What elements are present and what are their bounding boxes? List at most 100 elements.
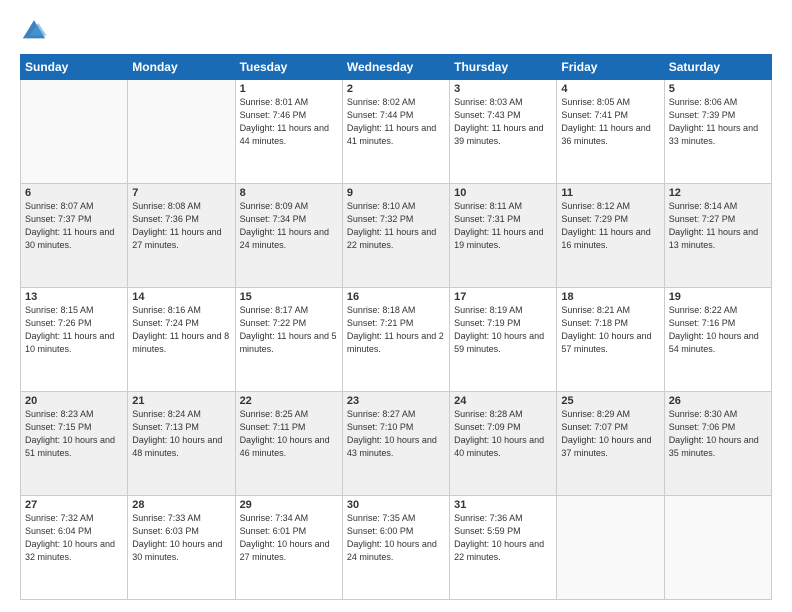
day-number: 21: [132, 395, 230, 407]
day-info: Sunrise: 8:09 AMSunset: 7:34 PMDaylight:…: [240, 200, 338, 252]
calendar-day-header: Wednesday: [342, 55, 449, 80]
calendar-cell: [557, 496, 664, 600]
day-number: 12: [669, 187, 767, 199]
day-info: Sunrise: 8:17 AMSunset: 7:22 PMDaylight:…: [240, 304, 338, 356]
calendar-cell: 21Sunrise: 8:24 AMSunset: 7:13 PMDayligh…: [128, 392, 235, 496]
day-number: 8: [240, 187, 338, 199]
day-number: 22: [240, 395, 338, 407]
day-info: Sunrise: 8:21 AMSunset: 7:18 PMDaylight:…: [561, 304, 659, 356]
calendar-cell: 15Sunrise: 8:17 AMSunset: 7:22 PMDayligh…: [235, 288, 342, 392]
day-info: Sunrise: 8:03 AMSunset: 7:43 PMDaylight:…: [454, 96, 552, 148]
calendar-cell: 9Sunrise: 8:10 AMSunset: 7:32 PMDaylight…: [342, 184, 449, 288]
calendar-day-header: Sunday: [21, 55, 128, 80]
calendar-cell: 14Sunrise: 8:16 AMSunset: 7:24 PMDayligh…: [128, 288, 235, 392]
day-info: Sunrise: 8:29 AMSunset: 7:07 PMDaylight:…: [561, 408, 659, 460]
day-number: 17: [454, 291, 552, 303]
day-info: Sunrise: 8:22 AMSunset: 7:16 PMDaylight:…: [669, 304, 767, 356]
day-info: Sunrise: 7:34 AMSunset: 6:01 PMDaylight:…: [240, 512, 338, 564]
calendar-cell: 2Sunrise: 8:02 AMSunset: 7:44 PMDaylight…: [342, 80, 449, 184]
calendar-cell: 25Sunrise: 8:29 AMSunset: 7:07 PMDayligh…: [557, 392, 664, 496]
calendar-cell: 24Sunrise: 8:28 AMSunset: 7:09 PMDayligh…: [450, 392, 557, 496]
day-number: 18: [561, 291, 659, 303]
calendar-cell: [128, 80, 235, 184]
day-number: 29: [240, 499, 338, 511]
day-number: 6: [25, 187, 123, 199]
day-number: 1: [240, 83, 338, 95]
day-info: Sunrise: 7:35 AMSunset: 6:00 PMDaylight:…: [347, 512, 445, 564]
day-info: Sunrise: 8:16 AMSunset: 7:24 PMDaylight:…: [132, 304, 230, 356]
day-number: 31: [454, 499, 552, 511]
calendar-cell: 30Sunrise: 7:35 AMSunset: 6:00 PMDayligh…: [342, 496, 449, 600]
calendar-cell: 19Sunrise: 8:22 AMSunset: 7:16 PMDayligh…: [664, 288, 771, 392]
day-number: 5: [669, 83, 767, 95]
calendar-week-row: 20Sunrise: 8:23 AMSunset: 7:15 PMDayligh…: [21, 392, 772, 496]
header: [20, 16, 772, 44]
day-info: Sunrise: 8:27 AMSunset: 7:10 PMDaylight:…: [347, 408, 445, 460]
day-number: 26: [669, 395, 767, 407]
page: SundayMondayTuesdayWednesdayThursdayFrid…: [0, 0, 792, 612]
calendar-cell: 5Sunrise: 8:06 AMSunset: 7:39 PMDaylight…: [664, 80, 771, 184]
day-number: 28: [132, 499, 230, 511]
day-number: 4: [561, 83, 659, 95]
calendar-week-row: 27Sunrise: 7:32 AMSunset: 6:04 PMDayligh…: [21, 496, 772, 600]
day-info: Sunrise: 8:24 AMSunset: 7:13 PMDaylight:…: [132, 408, 230, 460]
day-info: Sunrise: 8:19 AMSunset: 7:19 PMDaylight:…: [454, 304, 552, 356]
day-info: Sunrise: 8:10 AMSunset: 7:32 PMDaylight:…: [347, 200, 445, 252]
calendar-cell: 28Sunrise: 7:33 AMSunset: 6:03 PMDayligh…: [128, 496, 235, 600]
calendar-day-header: Thursday: [450, 55, 557, 80]
calendar-cell: 16Sunrise: 8:18 AMSunset: 7:21 PMDayligh…: [342, 288, 449, 392]
calendar-cell: [664, 496, 771, 600]
day-number: 13: [25, 291, 123, 303]
logo-icon: [20, 16, 48, 44]
day-info: Sunrise: 8:30 AMSunset: 7:06 PMDaylight:…: [669, 408, 767, 460]
day-number: 23: [347, 395, 445, 407]
calendar-cell: 13Sunrise: 8:15 AMSunset: 7:26 PMDayligh…: [21, 288, 128, 392]
calendar-cell: 4Sunrise: 8:05 AMSunset: 7:41 PMDaylight…: [557, 80, 664, 184]
day-info: Sunrise: 8:11 AMSunset: 7:31 PMDaylight:…: [454, 200, 552, 252]
day-info: Sunrise: 8:25 AMSunset: 7:11 PMDaylight:…: [240, 408, 338, 460]
day-info: Sunrise: 8:05 AMSunset: 7:41 PMDaylight:…: [561, 96, 659, 148]
day-info: Sunrise: 8:01 AMSunset: 7:46 PMDaylight:…: [240, 96, 338, 148]
calendar-cell: 29Sunrise: 7:34 AMSunset: 6:01 PMDayligh…: [235, 496, 342, 600]
day-info: Sunrise: 8:12 AMSunset: 7:29 PMDaylight:…: [561, 200, 659, 252]
calendar-day-header: Tuesday: [235, 55, 342, 80]
calendar-day-header: Monday: [128, 55, 235, 80]
logo: [20, 16, 50, 44]
day-number: 16: [347, 291, 445, 303]
day-info: Sunrise: 7:36 AMSunset: 5:59 PMDaylight:…: [454, 512, 552, 564]
day-info: Sunrise: 8:15 AMSunset: 7:26 PMDaylight:…: [25, 304, 123, 356]
calendar-day-header: Saturday: [664, 55, 771, 80]
calendar-cell: 31Sunrise: 7:36 AMSunset: 5:59 PMDayligh…: [450, 496, 557, 600]
day-number: 30: [347, 499, 445, 511]
calendar-cell: [21, 80, 128, 184]
day-number: 27: [25, 499, 123, 511]
calendar-cell: 26Sunrise: 8:30 AMSunset: 7:06 PMDayligh…: [664, 392, 771, 496]
day-number: 9: [347, 187, 445, 199]
day-info: Sunrise: 8:08 AMSunset: 7:36 PMDaylight:…: [132, 200, 230, 252]
calendar-cell: 10Sunrise: 8:11 AMSunset: 7:31 PMDayligh…: [450, 184, 557, 288]
calendar-header-row: SundayMondayTuesdayWednesdayThursdayFrid…: [21, 55, 772, 80]
calendar-cell: 20Sunrise: 8:23 AMSunset: 7:15 PMDayligh…: [21, 392, 128, 496]
calendar-day-header: Friday: [557, 55, 664, 80]
day-info: Sunrise: 7:32 AMSunset: 6:04 PMDaylight:…: [25, 512, 123, 564]
day-number: 14: [132, 291, 230, 303]
calendar-week-row: 13Sunrise: 8:15 AMSunset: 7:26 PMDayligh…: [21, 288, 772, 392]
calendar-cell: 12Sunrise: 8:14 AMSunset: 7:27 PMDayligh…: [664, 184, 771, 288]
day-number: 19: [669, 291, 767, 303]
calendar-cell: 18Sunrise: 8:21 AMSunset: 7:18 PMDayligh…: [557, 288, 664, 392]
day-info: Sunrise: 8:23 AMSunset: 7:15 PMDaylight:…: [25, 408, 123, 460]
day-number: 10: [454, 187, 552, 199]
day-info: Sunrise: 7:33 AMSunset: 6:03 PMDaylight:…: [132, 512, 230, 564]
calendar-table: SundayMondayTuesdayWednesdayThursdayFrid…: [20, 54, 772, 600]
calendar-cell: 27Sunrise: 7:32 AMSunset: 6:04 PMDayligh…: [21, 496, 128, 600]
calendar-cell: 23Sunrise: 8:27 AMSunset: 7:10 PMDayligh…: [342, 392, 449, 496]
day-number: 11: [561, 187, 659, 199]
day-number: 2: [347, 83, 445, 95]
calendar-cell: 1Sunrise: 8:01 AMSunset: 7:46 PMDaylight…: [235, 80, 342, 184]
calendar-cell: 7Sunrise: 8:08 AMSunset: 7:36 PMDaylight…: [128, 184, 235, 288]
day-info: Sunrise: 8:28 AMSunset: 7:09 PMDaylight:…: [454, 408, 552, 460]
calendar-cell: 22Sunrise: 8:25 AMSunset: 7:11 PMDayligh…: [235, 392, 342, 496]
day-info: Sunrise: 8:14 AMSunset: 7:27 PMDaylight:…: [669, 200, 767, 252]
day-number: 7: [132, 187, 230, 199]
calendar-week-row: 6Sunrise: 8:07 AMSunset: 7:37 PMDaylight…: [21, 184, 772, 288]
